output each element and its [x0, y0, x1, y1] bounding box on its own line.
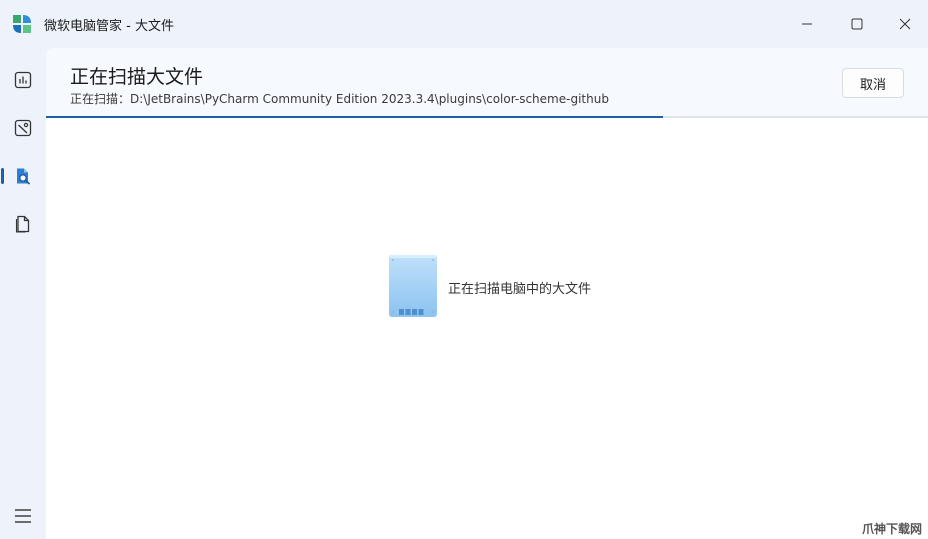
disk-clean-icon: [14, 119, 32, 137]
maximize-button[interactable]: [840, 8, 874, 40]
scan-path-text: 正在扫描：D:\JetBrains\PyCharm Community Edit…: [70, 92, 609, 106]
hard-drive-icon: [389, 255, 437, 317]
watermark-text: 爪神下载网: [861, 522, 922, 536]
content-panel: 正在扫描大文件 正在扫描：D:\JetBrains\PyCharm Commun…: [46, 48, 928, 539]
scan-header: 正在扫描大文件 正在扫描：D:\JetBrains\PyCharm Commun…: [46, 48, 928, 117]
minimize-icon: [802, 23, 812, 25]
file-search-icon: [17, 168, 31, 185]
sidebar-item-dashboard[interactable]: [0, 60, 46, 100]
sidebar-item-files[interactable]: [0, 204, 46, 244]
chart-icon: [14, 71, 32, 89]
title-bar: 微软电脑管家 - 大文件: [0, 0, 928, 48]
page-title: 正在扫描大文件: [70, 66, 204, 88]
scan-status-text: 正在扫描电脑中的大文件: [448, 282, 592, 297]
window-title: 微软电脑管家 - 大文件: [44, 19, 174, 34]
document-icon: [15, 215, 30, 233]
pc-manager-logo-icon: [13, 15, 31, 33]
cancel-button[interactable]: 取消: [842, 68, 904, 98]
sidebar-item-large-files[interactable]: [0, 156, 46, 196]
minimize-button[interactable]: [790, 8, 824, 40]
sidebar: [0, 48, 46, 539]
close-button[interactable]: [888, 8, 922, 40]
scan-progress-bar: [46, 116, 928, 118]
menu-button[interactable]: [0, 496, 46, 536]
close-icon: [899, 18, 911, 30]
sidebar-item-cleanup[interactable]: [0, 108, 46, 148]
scan-progress-fill: [46, 116, 664, 118]
maximize-icon: [851, 18, 863, 30]
hamburger-icon: [15, 509, 31, 523]
